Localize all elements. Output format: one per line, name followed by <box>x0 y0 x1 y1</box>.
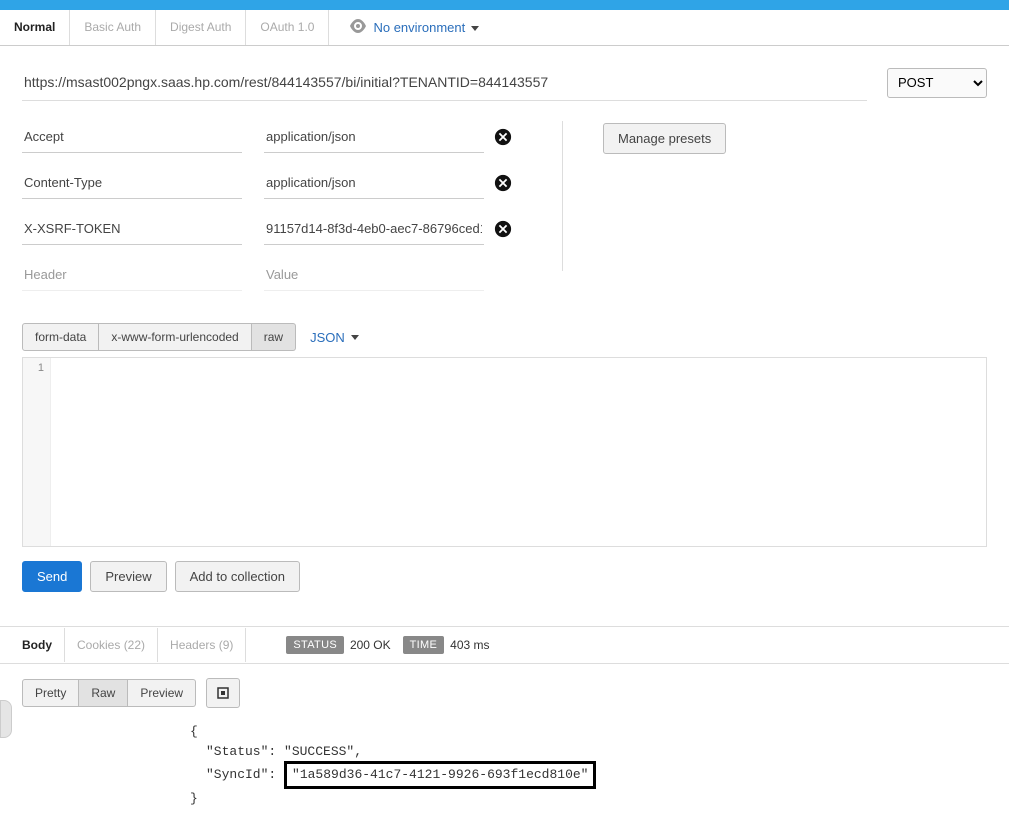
header-key-input[interactable] <box>22 213 242 245</box>
close-circle-icon <box>494 220 512 238</box>
preview-button[interactable]: Preview <box>90 561 166 592</box>
environment-selector[interactable]: No environment <box>373 20 478 35</box>
view-mode-group: Pretty Raw Preview <box>22 679 196 707</box>
auth-tabs: Normal Basic Auth Digest Auth OAuth 1.0 … <box>0 10 1009 46</box>
view-preview[interactable]: Preview <box>128 679 196 707</box>
body-type-form-data[interactable]: form-data <box>22 323 99 351</box>
status-badge: STATUS <box>286 636 344 654</box>
header-key-input[interactable] <box>22 167 242 199</box>
view-raw[interactable]: Raw <box>79 679 128 707</box>
header-row <box>22 121 522 153</box>
divider <box>562 121 563 271</box>
remove-header-button[interactable] <box>494 128 512 146</box>
method-select[interactable]: POST <box>887 68 987 98</box>
manage-presets-button[interactable]: Manage presets <box>603 123 726 154</box>
header-row-empty <box>22 259 522 291</box>
header-value-input[interactable] <box>264 259 484 291</box>
close-circle-icon <box>494 174 512 192</box>
time-badge: TIME <box>403 636 444 654</box>
clipboard-icon <box>216 686 230 700</box>
response-tab-body[interactable]: Body <box>10 628 64 662</box>
copy-response-button[interactable] <box>206 678 240 708</box>
headers-table <box>22 121 522 305</box>
header-key-input[interactable] <box>22 259 242 291</box>
body-type-group: form-data x-www-form-urlencoded raw <box>22 323 296 351</box>
chevron-down-icon <box>351 335 359 340</box>
tab-oauth[interactable]: OAuth 1.0 <box>246 10 329 45</box>
line-number: 1 <box>38 362 44 374</box>
remove-header-button[interactable] <box>494 220 512 238</box>
tab-basic-auth[interactable]: Basic Auth <box>70 10 156 45</box>
body-format-selector[interactable]: JSON <box>310 330 359 345</box>
header-value-input[interactable] <box>264 213 484 245</box>
editor-gutter: 1 <box>23 358 51 546</box>
body-type-raw[interactable]: raw <box>252 323 296 351</box>
response-line: "SyncId": "1a589d36-41c7-4121-9926-693f1… <box>190 761 987 789</box>
top-bar <box>0 0 1009 10</box>
response-tab-headers[interactable]: Headers (9) <box>158 628 246 662</box>
header-value-input[interactable] <box>264 121 484 153</box>
header-value-input[interactable] <box>264 167 484 199</box>
response-body: { "Status": "SUCCESS", "SyncId": "1a589d… <box>190 722 987 808</box>
response-line: } <box>190 789 987 809</box>
tab-digest-auth[interactable]: Digest Auth <box>156 10 246 45</box>
body-format-label: JSON <box>310 330 345 345</box>
send-button[interactable]: Send <box>22 561 82 592</box>
status-value: 200 OK <box>350 638 391 652</box>
sync-id-highlight: "1a589d36-41c7-4121-9926-693f1ecd810e" <box>284 761 596 789</box>
response-line: { <box>190 722 987 742</box>
time-value: 403 ms <box>450 638 489 652</box>
header-key-input[interactable] <box>22 121 242 153</box>
add-to-collection-button[interactable]: Add to collection <box>175 561 300 592</box>
remove-header-button[interactable] <box>494 174 512 192</box>
chevron-down-icon <box>471 26 479 31</box>
status-area: STATUS 200 OK TIME 403 ms <box>286 636 489 654</box>
response-tab-cookies[interactable]: Cookies (22) <box>64 628 158 662</box>
view-pretty[interactable]: Pretty <box>22 679 79 707</box>
header-row <box>22 167 522 199</box>
close-circle-icon <box>494 128 512 146</box>
request-body-editor[interactable]: 1 <box>22 357 987 547</box>
header-row <box>22 213 522 245</box>
eye-icon[interactable] <box>349 19 367 36</box>
environment-label: No environment <box>373 20 465 35</box>
body-type-urlencoded[interactable]: x-www-form-urlencoded <box>99 323 251 351</box>
url-input[interactable] <box>22 64 867 101</box>
tab-normal[interactable]: Normal <box>0 10 70 45</box>
editor-content[interactable] <box>51 358 986 546</box>
response-line: "Status": "SUCCESS", <box>190 742 987 762</box>
response-tabs: Body Cookies (22) Headers (9) STATUS 200… <box>0 626 1009 664</box>
response-key: "SyncId": <box>206 767 276 782</box>
side-handle[interactable] <box>0 700 12 738</box>
